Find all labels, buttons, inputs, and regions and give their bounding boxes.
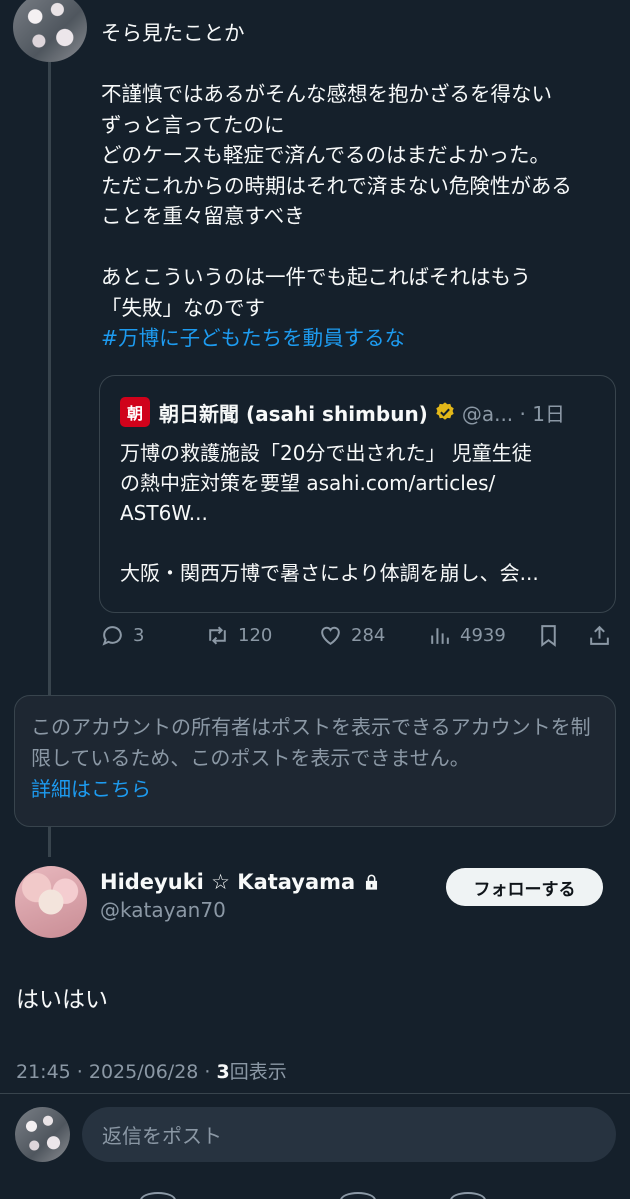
- share-button[interactable]: [587, 623, 612, 648]
- bottom-nav-icon[interactable]: [450, 1192, 486, 1199]
- like-count: 284: [351, 625, 386, 646]
- view-count: 4939: [460, 625, 506, 646]
- reply-count: 3: [133, 625, 145, 646]
- author-name: Hideyuki ☆ Katayama: [100, 870, 356, 894]
- post-body: そら見たことか 不謹慎ではあるがそんな感想を抱かざるを得ない ずっと言ってたのに…: [101, 21, 572, 320]
- reply-icon: [102, 626, 122, 646]
- restricted-message: このアカウントの所有者はポストを表示できるアカウントを制限しているため、このポス…: [31, 715, 591, 770]
- learn-more-link[interactable]: 詳細はこちら: [31, 774, 599, 805]
- repost-button[interactable]: 120: [205, 623, 272, 648]
- quoted-post-header: 朝 朝日新聞 (asahi shimbun) @a... · 1日: [120, 397, 565, 427]
- post-text: そら見たことか 不謹慎ではあるがそんな感想を抱かざるを得ない ずっと言ってたのに…: [101, 18, 611, 354]
- avatar[interactable]: [13, 0, 87, 62]
- divider: [0, 1093, 630, 1094]
- repost-count: 120: [238, 625, 273, 646]
- asahi-logo-icon: 朝: [120, 397, 150, 427]
- author-avatar[interactable]: [15, 866, 87, 938]
- views-button[interactable]: 4939: [427, 623, 506, 648]
- reply-input[interactable]: 返信をポスト: [82, 1107, 616, 1162]
- post-meta: 21:45 · 2025/06/28 · 3回表示: [16, 1057, 287, 1084]
- action-bar: 3 120 284 4939: [100, 623, 620, 657]
- view-count-number: 3: [216, 1061, 230, 1083]
- quoted-post[interactable]: 朝 朝日新聞 (asahi shimbun) @a... · 1日 万博の救護施…: [99, 375, 616, 613]
- like-button[interactable]: 284: [318, 623, 385, 648]
- author-name-row[interactable]: Hideyuki ☆ Katayama: [100, 870, 381, 894]
- heart-icon: [321, 626, 340, 646]
- repost-icon: [209, 626, 226, 645]
- restricted-post-notice: このアカウントの所有者はポストを表示できるアカウントを制限しているため、このポス…: [14, 695, 616, 827]
- reply-button[interactable]: 3: [100, 623, 144, 648]
- post-timestamp[interactable]: 21:45 · 2025/06/28 ·: [16, 1061, 217, 1083]
- thread-line-top: [48, 62, 51, 695]
- hashtag-link[interactable]: #万博に子どもたちを動員するな: [101, 323, 611, 354]
- reply-placeholder: 返信をポスト: [102, 1124, 222, 1148]
- author-handle[interactable]: @katayan70: [100, 898, 381, 922]
- bottom-nav-icon[interactable]: [140, 1192, 176, 1199]
- views-chart-icon: [431, 628, 449, 644]
- verified-badge-icon: [436, 402, 454, 420]
- bookmark-icon: [541, 625, 556, 647]
- bookmark-button[interactable]: [536, 623, 561, 648]
- quoted-handle-time: @a... · 1日: [461, 401, 565, 426]
- bottom-nav-icon[interactable]: [340, 1192, 376, 1199]
- view-count-label: 回表示: [229, 1061, 287, 1083]
- main-post-text: はいはい: [16, 987, 108, 1013]
- quoted-post-body: 万博の救護施設「20分で出された」 児童生徒 の熱中症対策を要望 asahi.c…: [120, 441, 539, 585]
- author-info: Hideyuki ☆ Katayama @katayan70: [100, 870, 381, 922]
- lock-icon: [366, 874, 378, 890]
- follow-button[interactable]: フォローする: [446, 868, 603, 906]
- current-user-avatar[interactable]: [15, 1107, 70, 1162]
- thread-line-bottom: [48, 827, 51, 857]
- quoted-author-name: 朝日新聞 (asahi shimbun): [159, 401, 428, 426]
- share-icon: [590, 625, 609, 645]
